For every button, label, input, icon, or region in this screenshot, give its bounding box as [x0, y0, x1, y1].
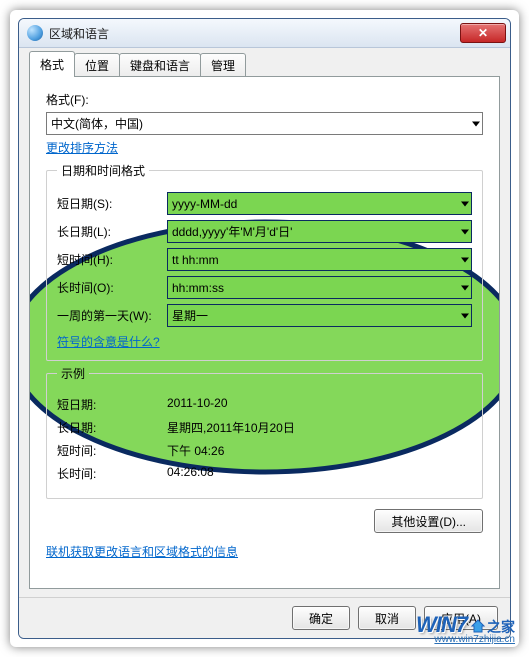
globe-icon	[27, 25, 43, 41]
format-combo[interactable]: 中文(简体，中国)	[46, 112, 483, 135]
cancel-button[interactable]: 取消	[358, 606, 416, 630]
ex-long-time-label: 长时间:	[57, 465, 167, 482]
ex-short-date-value: 2011-10-20	[167, 396, 228, 413]
watermark-suffix: 之家	[487, 619, 515, 635]
window-title: 区域和语言	[49, 25, 460, 42]
format-combo-value: 中文(简体，中国)	[51, 115, 143, 132]
titlebar: 区域和语言 ✕	[19, 19, 510, 48]
tab-location[interactable]: 位置	[74, 53, 120, 77]
first-day-label: 一周的第一天(W):	[57, 307, 167, 324]
watermark: WIN7 之家 www.win7zhijia.cn	[416, 614, 515, 645]
long-date-label: 长日期(L):	[57, 223, 167, 240]
chevron-down-icon	[461, 257, 469, 262]
long-time-combo[interactable]: hh:mm:ss	[167, 276, 472, 299]
ex-long-time-value: 04:26:08	[167, 465, 214, 482]
examples-legend: 示例	[57, 365, 89, 382]
format-label: 格式(F):	[46, 91, 483, 108]
datetime-format-legend: 日期和时间格式	[57, 162, 149, 179]
first-day-combo[interactable]: 星期一	[167, 304, 472, 327]
chevron-down-icon	[461, 229, 469, 234]
close-button[interactable]: ✕	[460, 23, 506, 43]
ex-long-date-value: 星期四,2011年10月20日	[167, 419, 295, 436]
tab-keyboards[interactable]: 键盘和语言	[119, 53, 201, 77]
short-date-value: yyyy-MM-dd	[172, 197, 237, 211]
short-date-label: 短日期(S):	[57, 195, 167, 212]
ok-button[interactable]: 确定	[292, 606, 350, 630]
ex-short-time-value: 下午 04:26	[167, 442, 224, 459]
ex-short-time-label: 短时间:	[57, 442, 167, 459]
datetime-format-group: 日期和时间格式 短日期(S): yyyy-MM-dd 长日期(L): dddd,…	[46, 162, 483, 361]
long-date-value: dddd,yyyy'年'M'月'd'日'	[172, 223, 292, 240]
short-time-combo[interactable]: tt hh:mm	[167, 248, 472, 271]
chevron-down-icon	[461, 201, 469, 206]
ex-long-date-label: 长日期:	[57, 419, 167, 436]
online-info-link[interactable]: 联机获取更改语言和区域格式的信息	[46, 545, 238, 559]
chevron-down-icon	[461, 313, 469, 318]
long-time-label: 长时间(O):	[57, 279, 167, 296]
examples-group: 示例 短日期: 2011-10-20 长日期: 星期四,2011年10月20日 …	[46, 365, 483, 499]
tab-strip: 格式 位置 键盘和语言 管理	[29, 54, 500, 76]
short-time-value: tt hh:mm	[172, 253, 219, 267]
change-sort-link[interactable]: 更改排序方法	[46, 141, 118, 155]
chevron-down-icon	[472, 121, 480, 126]
close-icon: ✕	[478, 26, 488, 40]
tab-format[interactable]: 格式	[29, 51, 75, 77]
short-date-combo[interactable]: yyyy-MM-dd	[167, 192, 472, 215]
long-date-combo[interactable]: dddd,yyyy'年'M'月'd'日'	[167, 220, 472, 243]
notation-meaning-link[interactable]: 符号的含意是什么?	[57, 335, 160, 349]
first-day-value: 星期一	[172, 307, 208, 324]
dialog-window: 区域和语言 ✕ 格式 位置 键盘和语言 管理 格式(F): 中文(简体，中国)	[18, 18, 511, 639]
home-icon	[469, 617, 487, 635]
tab-body-format: 格式(F): 中文(简体，中国) 更改排序方法 日期和时间格式 短日期(S): …	[29, 76, 500, 589]
chevron-down-icon	[461, 285, 469, 290]
long-time-value: hh:mm:ss	[172, 281, 224, 295]
ex-short-date-label: 短日期:	[57, 396, 167, 413]
tab-admin[interactable]: 管理	[200, 53, 246, 77]
short-time-label: 短时间(H):	[57, 251, 167, 268]
additional-settings-button[interactable]: 其他设置(D)...	[374, 509, 483, 533]
